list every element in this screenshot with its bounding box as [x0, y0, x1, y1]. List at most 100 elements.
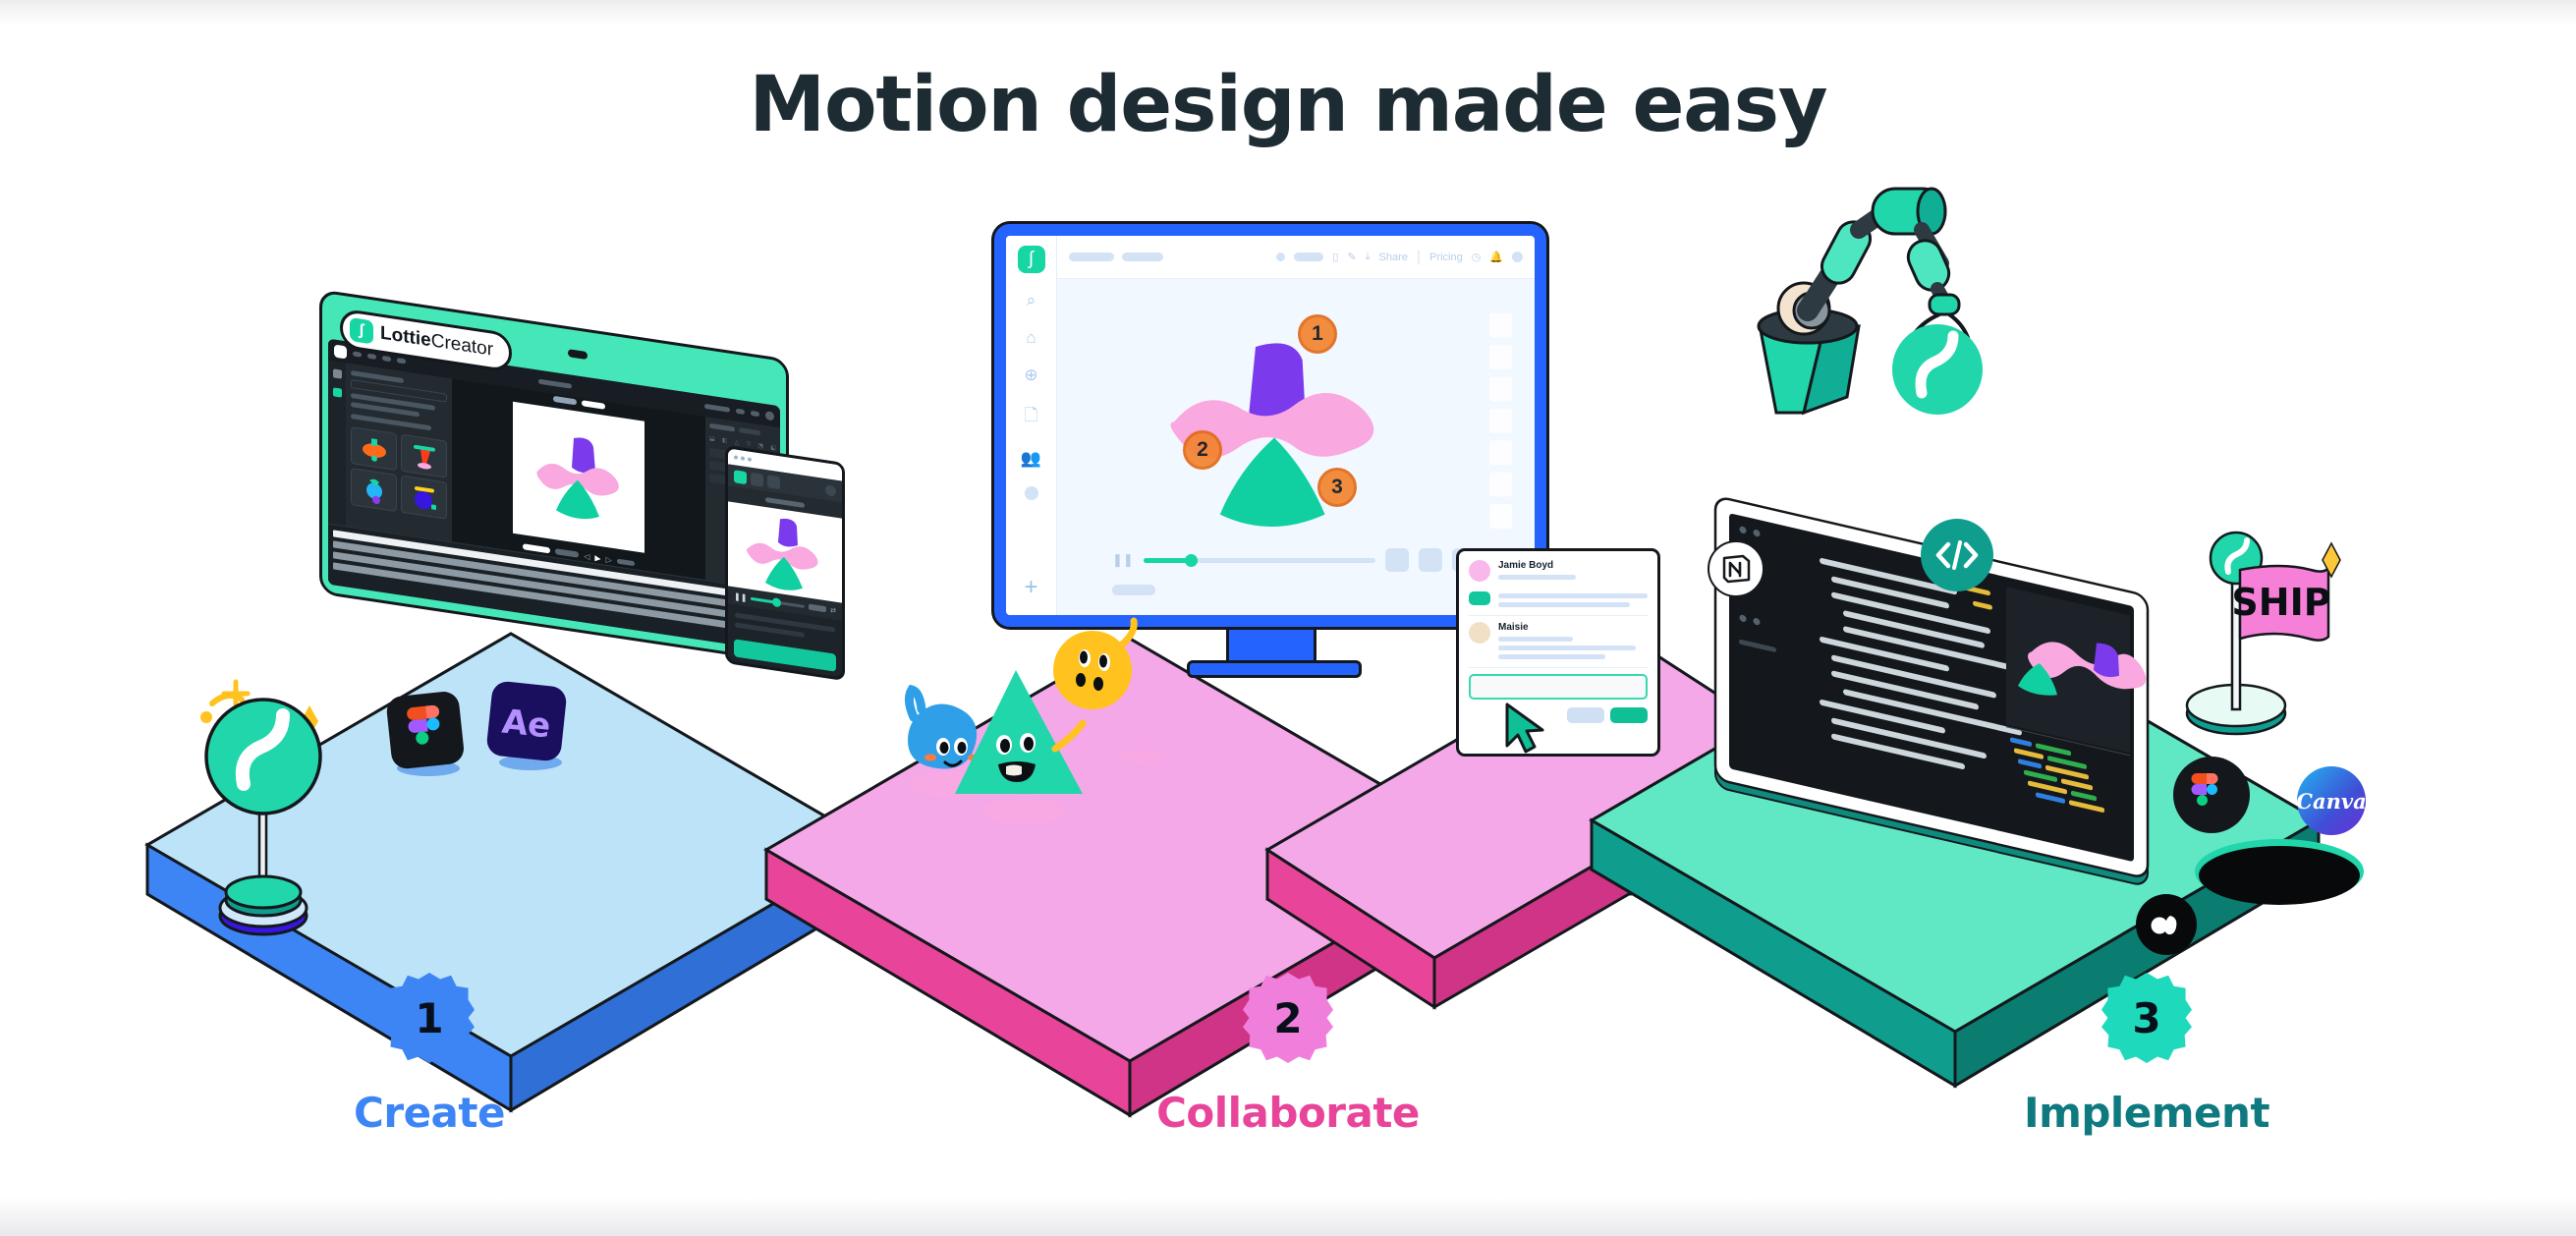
zoom-select[interactable] — [616, 558, 635, 566]
code-brackets-icon[interactable] — [1921, 519, 1993, 591]
plus-icon[interactable]: + — [1024, 574, 1037, 601]
select-tool-icon[interactable] — [332, 368, 342, 379]
editor-tool-rail[interactable] — [328, 360, 346, 527]
brand-text: LottieCreator — [380, 322, 494, 361]
reply-input[interactable] — [1469, 674, 1648, 700]
loop-button[interactable] — [1385, 548, 1409, 572]
code-editor-tablet[interactable] — [1711, 497, 2154, 885]
home-icon[interactable]: ⌂ — [1026, 328, 1036, 348]
comment-body — [1469, 590, 1648, 607]
cancel-button[interactable] — [1567, 707, 1604, 723]
collab-avatar[interactable] — [1276, 253, 1286, 261]
plus-icon[interactable] — [367, 353, 376, 360]
lottie-logo-icon: ∫ — [350, 316, 373, 345]
step-create[interactable]: 1 Create — [0, 973, 859, 1137]
pen-tool-icon[interactable] — [332, 387, 342, 398]
lottie-logo-icon[interactable]: ∫ — [1017, 246, 1045, 273]
after-effects-icon[interactable]: Ae — [481, 678, 576, 772]
collaboration-comment-card[interactable]: Jamie Boyd Maisie — [1456, 548, 1660, 757]
canvas-tab-active[interactable] — [581, 399, 605, 410]
lottie-lollipop-icon — [200, 679, 322, 936]
animation-preview — [513, 401, 644, 553]
prev-frame-icon[interactable]: ◁ — [584, 551, 589, 561]
bell-icon[interactable] — [751, 410, 759, 417]
asset-thumb[interactable] — [351, 468, 397, 513]
step-label: Create — [354, 1089, 505, 1137]
share-button[interactable]: Share — [1379, 252, 1408, 263]
timestamp-chip — [1112, 585, 1155, 595]
comment-author: Jamie Boyd — [1498, 560, 1554, 571]
step-number-badge: 2 — [1243, 973, 1333, 1063]
file-icon[interactable]: 🗋 — [1025, 403, 1038, 431]
laptop-screen: ◁ ▶ ▷ ⬓ ◧ △ ▽ ⬔ ⬕ — [328, 338, 780, 652]
download-icon[interactable]: ⤓ — [1366, 251, 1371, 263]
figma-icon[interactable] — [2173, 757, 2250, 833]
progress-track[interactable] — [1143, 553, 1375, 567]
history-icon[interactable]: ◷ — [1472, 251, 1482, 263]
notion-icon[interactable] — [1708, 540, 1764, 597]
loop-icon[interactable]: ⇄ — [830, 606, 836, 615]
avatar[interactable] — [1512, 252, 1523, 262]
asset-thumb[interactable] — [401, 475, 447, 520]
tool-active-icon[interactable] — [734, 469, 747, 484]
globe-icon[interactable]: ⊕ — [1024, 365, 1037, 385]
lottiefiles-icon[interactable] — [2136, 894, 2197, 955]
canvas-tab[interactable] — [552, 395, 577, 405]
avatar[interactable] — [765, 410, 774, 421]
hand-icon[interactable] — [397, 357, 406, 364]
annotation-marker[interactable]: 1 — [1298, 314, 1337, 354]
page-title: Motion design made easy — [749, 61, 1828, 149]
pause-icon[interactable]: ❚❚ — [734, 591, 747, 602]
play-icon[interactable]: ▶ — [594, 553, 600, 563]
pause-icon[interactable]: ❚❚ — [1112, 552, 1134, 568]
comment-actions[interactable] — [1469, 707, 1648, 723]
phone-progress-track[interactable] — [751, 596, 806, 608]
settings-button[interactable] — [1419, 548, 1442, 572]
playback-controls[interactable]: ❚❚ — [1112, 548, 1476, 572]
step-collaborate[interactable]: 2 Collaborate — [859, 973, 1717, 1137]
lottiefiles-hole — [2191, 830, 2368, 909]
breadcrumb[interactable] — [1069, 253, 1114, 261]
tool-icon[interactable] — [767, 474, 780, 489]
submit-button[interactable] — [1610, 707, 1648, 723]
step-label: Implement — [2023, 1089, 2270, 1137]
mouse-cursor-icon — [1505, 702, 1544, 754]
ship-flag: SHIP — [2185, 531, 2341, 736]
avatar[interactable] — [1024, 486, 1038, 500]
steps-row: 1 Create 2 Collaborate 3 Implement — [0, 973, 2576, 1137]
app-toolbar[interactable]: ▯ ✎ ⤓ Share | Pricing ◷ 🔔 — [1057, 236, 1535, 279]
pricing-link[interactable]: Pricing — [1429, 252, 1463, 263]
chevron-down-icon[interactable] — [353, 350, 362, 358]
app-sidebar[interactable]: ∫ ⌕ ⌂ ⊕ 🗋 👥 + — [1006, 236, 1057, 615]
annotation-marker[interactable]: 3 — [1317, 468, 1357, 507]
lottie-logo-badge — [1892, 324, 1983, 415]
step-implement[interactable]: 3 Implement — [1717, 973, 2576, 1137]
reaction-badge[interactable] — [1469, 591, 1490, 605]
next-frame-icon[interactable]: ▷ — [606, 554, 612, 564]
project-name[interactable] — [1122, 253, 1163, 261]
edit-icon[interactable]: ✎ — [1347, 251, 1356, 263]
page-root: Motion design made easy ∫ LottieCreator … — [0, 0, 2576, 1236]
avatar — [1469, 560, 1490, 582]
canva-icon[interactable]: Canva — [2296, 766, 2367, 835]
help-icon[interactable] — [736, 408, 745, 415]
mobile-preview-phone[interactable]: ❚❚ ⇄ — [725, 444, 845, 682]
annotation-marker[interactable]: 2 — [1183, 430, 1222, 470]
playback-duration — [555, 548, 580, 558]
asset-thumb[interactable] — [351, 426, 397, 472]
collab-avatars-group[interactable] — [1294, 253, 1324, 261]
people-icon[interactable]: 👥 — [1021, 449, 1041, 469]
webcam-icon — [568, 349, 588, 361]
tool-icon[interactable] — [751, 472, 763, 487]
asset-thumbnail-grid[interactable] — [351, 426, 447, 520]
search-icon[interactable]: ⌕ — [1027, 291, 1036, 310]
avatar — [1469, 622, 1490, 644]
figma-icon[interactable] — [383, 688, 470, 776]
mobile-preview-icon[interactable]: ▯ — [1332, 251, 1338, 263]
bell-icon[interactable]: 🔔 — [1489, 251, 1503, 263]
share-chip[interactable] — [704, 403, 730, 413]
mascot-group — [904, 617, 1163, 824]
asset-thumb[interactable] — [401, 433, 447, 478]
avatar[interactable] — [825, 483, 836, 497]
pen-icon[interactable] — [382, 355, 391, 362]
